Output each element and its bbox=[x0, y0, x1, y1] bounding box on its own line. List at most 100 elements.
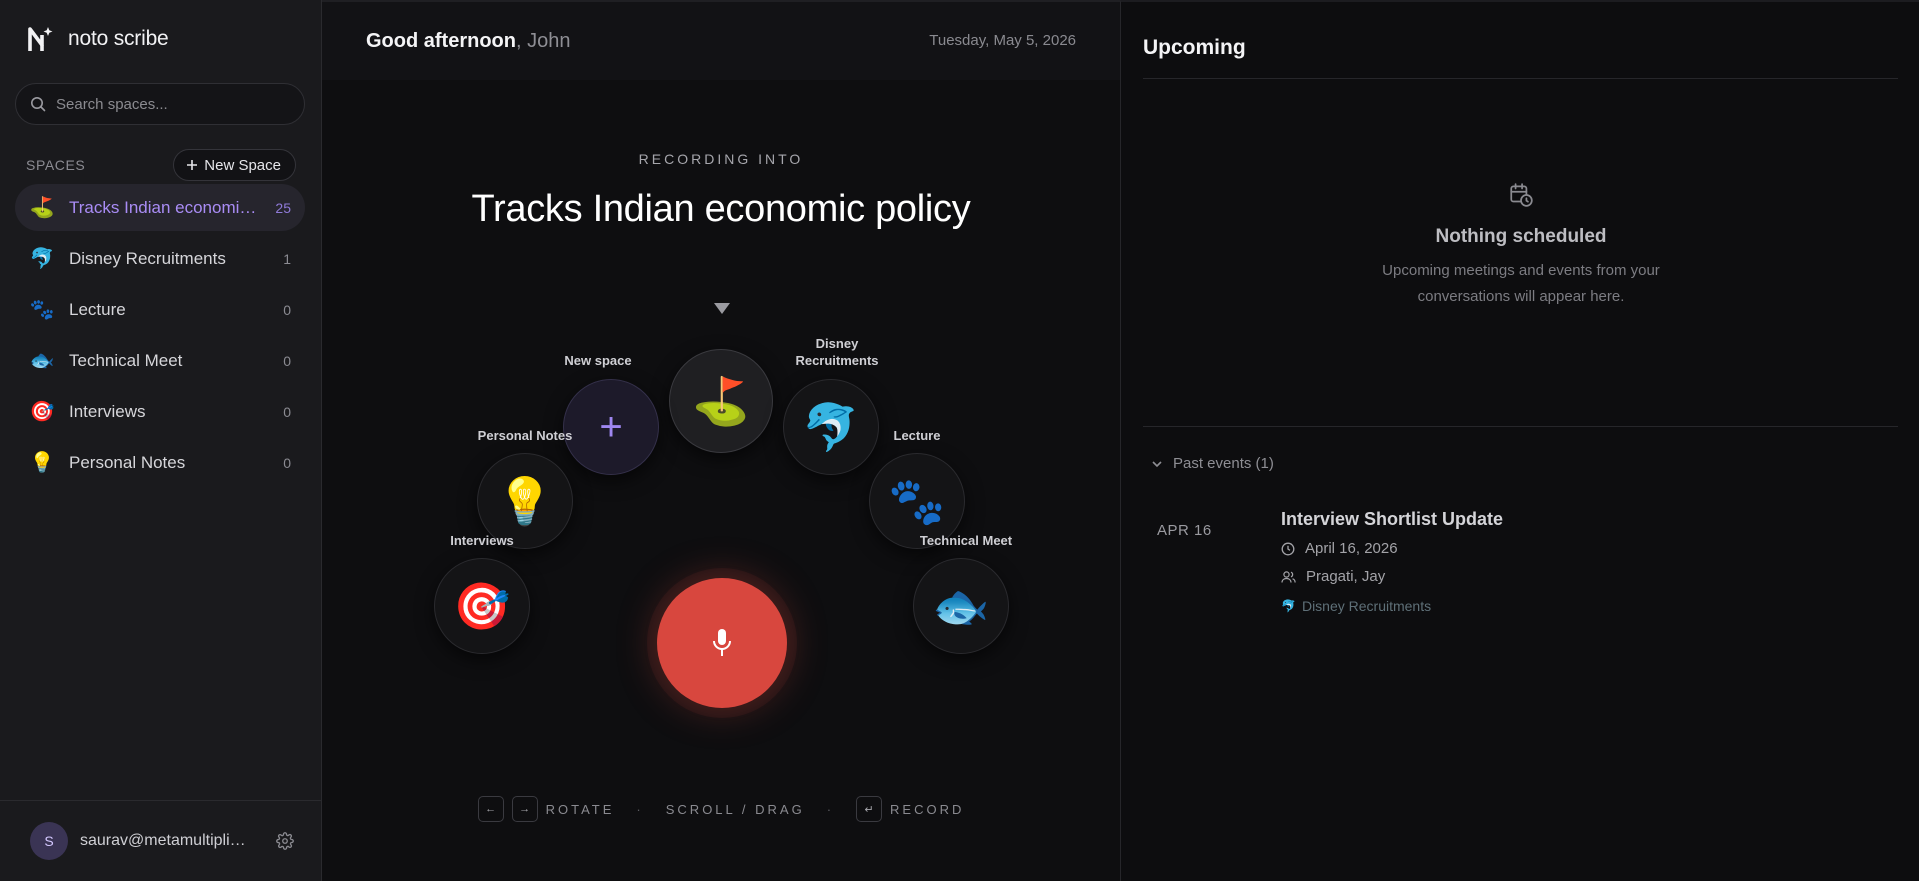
top-bar: Good afternoon, John Tuesday, May 5, 202… bbox=[322, 0, 1120, 80]
event-date: April 16, 2026 bbox=[1305, 540, 1398, 557]
microphone-icon bbox=[713, 629, 731, 656]
spaces-header: SPACES New Space bbox=[26, 149, 296, 181]
sidebar-item-tracks-indian-economic-policy[interactable]: ⛳ Tracks Indian economic policy 25 bbox=[15, 184, 305, 231]
wheel-item-tracks-indian-economic-policy[interactable]: ⛳ bbox=[669, 349, 773, 453]
event-space-row[interactable]: 🐬 Disney Recruitments bbox=[1281, 598, 1431, 614]
wheel-label-interviews: Interviews bbox=[450, 533, 514, 548]
search-icon bbox=[31, 97, 46, 112]
calendar-clock-icon bbox=[1510, 183, 1533, 207]
target-icon: 🎯 bbox=[453, 579, 511, 632]
lightbulb-icon: 💡 bbox=[496, 474, 554, 527]
chevron-down-icon bbox=[1152, 460, 1162, 467]
plus-icon bbox=[187, 160, 198, 170]
paw-prints-icon: 🐾 bbox=[29, 299, 55, 321]
space-name: Personal Notes bbox=[69, 452, 186, 472]
search-input[interactable] bbox=[56, 95, 286, 113]
greeting-name: , John bbox=[515, 30, 571, 52]
lightbulb-icon: 💡 bbox=[29, 452, 55, 474]
event-date-badge: APR 16 bbox=[1157, 522, 1212, 539]
hint-scroll: SCROLL / DRAG bbox=[665, 801, 805, 817]
user-footer: S saurav@metamultiplier.com bbox=[0, 800, 322, 881]
wheel-label-lecture: Lecture bbox=[893, 428, 941, 443]
hint-separator: · bbox=[826, 801, 835, 817]
wheel-label-technical-meet: Technical Meet bbox=[919, 533, 1013, 548]
logo-icon bbox=[28, 27, 53, 51]
enter-key-icon: ↵ bbox=[856, 796, 883, 822]
fish-icon: 🐟 bbox=[932, 579, 990, 632]
golf-flag-icon: ⛳ bbox=[692, 374, 750, 427]
arrow-right-key-icon: → bbox=[511, 796, 538, 822]
target-icon: 🎯 bbox=[29, 401, 55, 423]
event-space: Disney Recruitments bbox=[1301, 598, 1432, 614]
new-space-button[interactable]: New Space bbox=[173, 149, 296, 181]
dolphin-icon: 🐬 bbox=[802, 400, 860, 453]
space-count: 0 bbox=[283, 454, 291, 471]
space-list: ⛳ Tracks Indian economic policy 25 🐬 Dis… bbox=[15, 184, 305, 490]
avatar[interactable]: S bbox=[30, 822, 68, 860]
wheel-item-interviews[interactable]: 🎯 bbox=[434, 558, 530, 654]
event-date-row: April 16, 2026 bbox=[1281, 540, 1398, 557]
past-events-label: Past events (1) bbox=[1173, 455, 1274, 472]
sidebar-item-interviews[interactable]: 🎯 Interviews 0 bbox=[15, 388, 305, 435]
space-name: Technical Meet bbox=[69, 350, 183, 370]
app-name: noto scribe bbox=[68, 27, 169, 50]
divider bbox=[1143, 78, 1898, 79]
keyboard-hints: ← → ROTATE · SCROLL / DRAG · ↵ RECORD bbox=[322, 796, 1120, 822]
wheel-item-disney-recruitments[interactable]: 🐬 bbox=[783, 379, 879, 475]
dolphin-icon: 🐬 bbox=[1281, 599, 1296, 613]
recording-space-title: Tracks Indian economic policy bbox=[471, 188, 971, 230]
greeting-text: Good afternoon bbox=[366, 30, 516, 52]
upcoming-panel: Upcoming Nothing scheduled Upcoming meet… bbox=[1120, 0, 1919, 881]
wheel-label-disney-recruitments: Disney Recruitments bbox=[782, 335, 892, 369]
past-events-toggle[interactable]: Past events (1) bbox=[1151, 455, 1274, 472]
event-people: Pragati, Jay bbox=[1306, 568, 1386, 585]
paw-prints-icon: 🐾 bbox=[888, 474, 946, 527]
divider bbox=[1143, 426, 1898, 427]
empty-state-line: conversations will appear here. bbox=[1417, 288, 1625, 305]
wheel-label-line: Disney bbox=[815, 336, 859, 351]
user-email[interactable]: saurav@metamultiplier.com bbox=[80, 832, 250, 850]
wheel-label-line: Recruitments bbox=[795, 353, 879, 368]
space-name: Lecture bbox=[69, 299, 126, 319]
space-name: Tracks Indian economic policy bbox=[69, 197, 262, 217]
space-count: 1 bbox=[283, 250, 291, 267]
space-count: 25 bbox=[275, 199, 291, 216]
empty-state-title: Nothing scheduled bbox=[1435, 226, 1607, 247]
dolphin-icon: 🐬 bbox=[29, 248, 55, 270]
recorder-panel: Good afternoon, John Tuesday, May 5, 202… bbox=[322, 0, 1120, 881]
wheel-label-new-space: New space bbox=[564, 353, 632, 368]
wheel-item-technical-meet[interactable]: 🐟 bbox=[913, 558, 1009, 654]
wheel-label-personal-notes: Personal Notes bbox=[477, 428, 573, 443]
sidebar: noto scribe SPACES New Space ⛳ Tracks In… bbox=[0, 0, 322, 881]
gear-icon[interactable] bbox=[276, 832, 294, 850]
hint-record: RECORD bbox=[890, 801, 965, 817]
arrow-left-key-icon: ← bbox=[477, 796, 504, 822]
plus-icon: + bbox=[599, 404, 623, 449]
space-name: Interviews bbox=[69, 401, 146, 421]
brand[interactable]: noto scribe bbox=[28, 25, 169, 53]
sidebar-item-personal-notes[interactable]: 💡 Personal Notes 0 bbox=[15, 439, 305, 486]
empty-state-subtitle: Upcoming meetings and events from your c… bbox=[1121, 258, 1919, 310]
record-button[interactable] bbox=[657, 578, 787, 708]
sidebar-item-technical-meet[interactable]: 🐟 Technical Meet 0 bbox=[15, 337, 305, 384]
selection-pointer-icon bbox=[714, 303, 730, 314]
fish-icon: 🐟 bbox=[29, 350, 55, 372]
golf-flag-icon: ⛳ bbox=[29, 197, 55, 219]
hint-rotate: ROTATE bbox=[545, 801, 615, 817]
greeting: Good afternoon, John bbox=[366, 30, 570, 53]
space-count: 0 bbox=[283, 352, 291, 369]
space-count: 0 bbox=[283, 301, 291, 318]
upcoming-title: Upcoming bbox=[1143, 36, 1246, 59]
spaces-label: SPACES bbox=[26, 157, 86, 173]
event-people-row: Pragati, Jay bbox=[1281, 568, 1385, 585]
clock-icon bbox=[1281, 542, 1295, 555]
search-box[interactable] bbox=[15, 83, 305, 125]
sidebar-item-disney-recruitments[interactable]: 🐬 Disney Recruitments 1 bbox=[15, 235, 305, 282]
recording-into-label: RECORDING INTO bbox=[638, 151, 804, 167]
sidebar-item-lecture[interactable]: 🐾 Lecture 0 bbox=[15, 286, 305, 333]
space-count: 0 bbox=[283, 403, 291, 420]
hint-separator: · bbox=[636, 801, 644, 817]
space-name: Disney Recruitments bbox=[69, 248, 226, 268]
people-icon bbox=[1281, 570, 1296, 583]
event-title: Interview Shortlist Update bbox=[1281, 509, 1504, 529]
